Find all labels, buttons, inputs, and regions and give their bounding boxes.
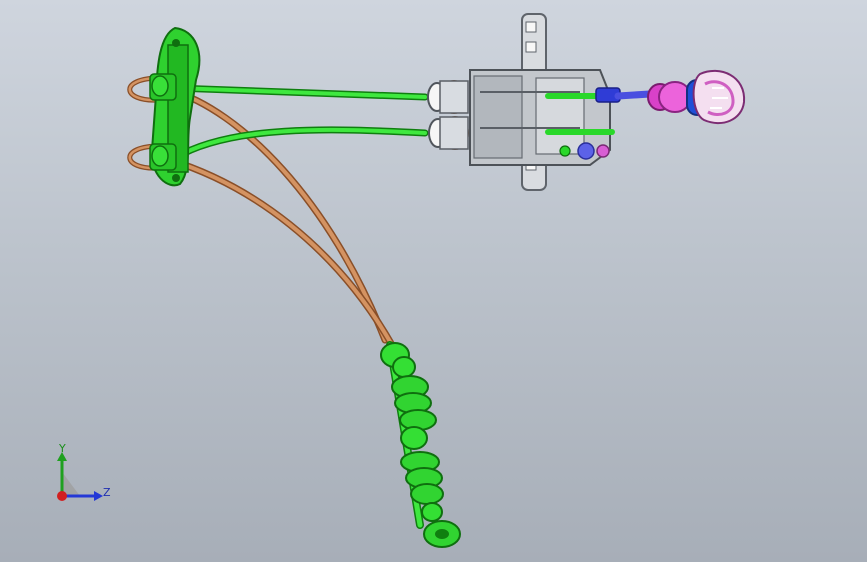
bellows-icon bbox=[380, 341, 461, 548]
model-view[interactable] bbox=[0, 0, 867, 562]
cable-rod-icon bbox=[171, 84, 429, 162]
shift-knob-icon bbox=[614, 69, 746, 125]
triad-z-label: Z bbox=[103, 486, 111, 499]
shifter-housing-icon bbox=[427, 13, 625, 191]
coordinate-triad: Y Z bbox=[48, 440, 118, 510]
cable-bracket-icon bbox=[149, 26, 201, 187]
triad-y-label: Y bbox=[59, 442, 66, 455]
graphics-viewport[interactable]: Y Z bbox=[0, 0, 867, 562]
